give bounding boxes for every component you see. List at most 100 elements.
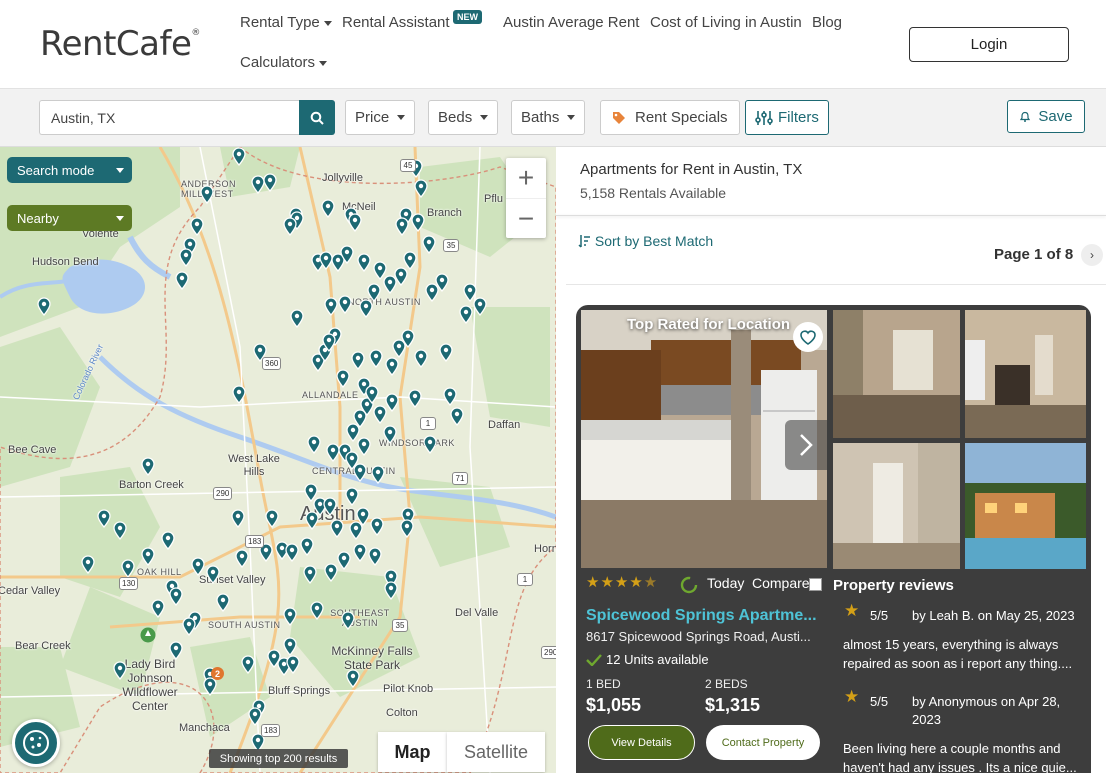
nav-rental-assistant[interactable]: Rental Assistant [342, 14, 450, 31]
map-pin-icon[interactable] [357, 253, 371, 272]
listing-card[interactable]: Top Rated for Location ★★★★★ Today Compa… [576, 305, 1091, 773]
property-name[interactable]: Spicewood Springs Apartme... [586, 607, 826, 625]
map-pin-icon[interactable] [113, 521, 127, 540]
map-pin-icon[interactable] [459, 305, 473, 324]
zoom-in-button[interactable]: + [506, 158, 546, 198]
map-pin-icon[interactable] [414, 349, 428, 368]
map-pin-icon[interactable] [141, 547, 155, 566]
map-pin-icon[interactable] [37, 297, 51, 316]
map-pin-icon[interactable] [182, 617, 196, 636]
search-mode-dropdown[interactable]: Search mode [7, 157, 132, 183]
map-pin-icon[interactable] [365, 385, 379, 404]
map-pin-icon[interactable] [169, 641, 183, 660]
location-search-input[interactable]: Austin, TX [39, 100, 300, 135]
listing-main-photo[interactable]: Top Rated for Location [581, 310, 827, 568]
map-pin-icon[interactable] [169, 587, 183, 606]
map-pin-icon[interactable] [241, 655, 255, 674]
map-pin-icon[interactable] [324, 563, 338, 582]
nav-cost-of-living[interactable]: Cost of Living in Austin [650, 14, 802, 31]
map-pin-icon[interactable] [383, 425, 397, 444]
map-pin-icon[interactable] [370, 517, 384, 536]
sort-dropdown[interactable]: Sort by Best Match [578, 233, 713, 249]
compare-checkbox[interactable] [809, 578, 822, 591]
map-pin-icon[interactable] [206, 565, 220, 584]
map-pin-icon[interactable] [336, 369, 350, 388]
map-pin-icon[interactable] [175, 271, 189, 290]
filters-button[interactable]: Filters [745, 100, 829, 135]
map-pin-icon[interactable] [385, 357, 399, 376]
map-pin-icon[interactable] [400, 519, 414, 538]
nav-rental-type[interactable]: Rental Type [240, 14, 332, 31]
view-details-button[interactable]: View Details [588, 725, 695, 760]
map-pin-icon[interactable] [81, 555, 95, 574]
map-type-satellite-button[interactable]: Satellite [447, 732, 545, 772]
map-pin-icon[interactable] [450, 407, 464, 426]
map-pin-icon[interactable] [300, 537, 314, 556]
map-pin-icon[interactable] [357, 437, 371, 456]
next-page-button[interactable]: › [1081, 244, 1103, 266]
map-pin-icon[interactable] [411, 213, 425, 232]
map-pin-icon[interactable] [414, 179, 428, 198]
map-pin-icon[interactable] [337, 551, 351, 570]
map-pin-icon[interactable] [97, 509, 111, 528]
map-pin-icon[interactable] [408, 389, 422, 408]
map-pin-icon[interactable] [395, 217, 409, 236]
map-pin-icon[interactable] [141, 457, 155, 476]
map-pin-icon[interactable] [443, 387, 457, 406]
map-pin-icon[interactable] [422, 235, 436, 254]
map-pin-icon[interactable] [323, 497, 337, 516]
map-pin-icon[interactable] [322, 333, 336, 352]
map-pin-icon[interactable] [423, 435, 437, 454]
map-pin-icon[interactable] [403, 251, 417, 270]
listing-photo[interactable] [833, 310, 960, 438]
login-button[interactable]: Login [909, 27, 1069, 62]
nav-average-rent[interactable]: Austin Average Rent [503, 14, 639, 31]
price-filter[interactable]: Price [345, 100, 416, 135]
map-pin-icon[interactable] [324, 297, 338, 316]
map-view[interactable]: Jollyville McNeil Pflu Branch ANDERSON M… [0, 147, 556, 773]
listing-photo[interactable] [965, 310, 1086, 438]
listing-photo[interactable] [965, 443, 1086, 569]
contact-property-button[interactable]: Contact Property [706, 725, 820, 760]
map-pin-icon[interactable] [439, 343, 453, 362]
map-pin-icon[interactable] [307, 435, 321, 454]
map-pin-icon[interactable] [353, 543, 367, 562]
baths-filter[interactable]: Baths [511, 100, 586, 135]
map-pin-icon[interactable] [345, 487, 359, 506]
map-pin-icon[interactable] [231, 509, 245, 528]
map-pin-icon[interactable] [191, 557, 205, 576]
map-pin-icon[interactable] [435, 273, 449, 292]
map-pin-icon[interactable] [330, 519, 344, 538]
map-pin-icon[interactable] [200, 185, 214, 204]
map-pin-icon[interactable] [349, 521, 363, 540]
map-pin-icon[interactable] [290, 309, 304, 328]
map-pin-icon[interactable] [151, 599, 165, 618]
next-photo-button[interactable] [785, 420, 827, 470]
map-pin-icon[interactable] [371, 465, 385, 484]
map-pin-icon[interactable] [384, 581, 398, 600]
favorite-button[interactable] [793, 322, 823, 352]
map-pin-icon[interactable] [161, 531, 175, 550]
map-pin-icon[interactable] [283, 217, 297, 236]
map-pin-icon[interactable] [190, 217, 204, 236]
map-pin-icon[interactable] [353, 463, 367, 482]
map-pin-icon[interactable] [473, 297, 487, 316]
map-pin-icon[interactable] [303, 565, 317, 584]
search-button[interactable] [299, 100, 335, 135]
map-pin-icon[interactable] [263, 173, 277, 192]
nav-blog[interactable]: Blog [812, 14, 842, 31]
map-pin-icon[interactable] [121, 559, 135, 578]
map-pin-icon[interactable] [385, 393, 399, 412]
map-pin-icon[interactable] [401, 329, 415, 348]
map-pin-icon[interactable] [232, 147, 246, 166]
map-pin-icon[interactable] [235, 549, 249, 568]
map-pin-icon[interactable] [216, 593, 230, 612]
save-search-button[interactable]: Save [1007, 100, 1085, 133]
map-pin-icon[interactable] [248, 707, 262, 726]
map-pin-icon[interactable] [286, 655, 300, 674]
map-pin-icon[interactable] [113, 661, 127, 680]
map-pin-icon[interactable] [367, 283, 381, 302]
beds-filter[interactable]: Beds [428, 100, 499, 135]
map-pin-icon[interactable] [283, 607, 297, 626]
map-pin-icon[interactable] [321, 199, 335, 218]
